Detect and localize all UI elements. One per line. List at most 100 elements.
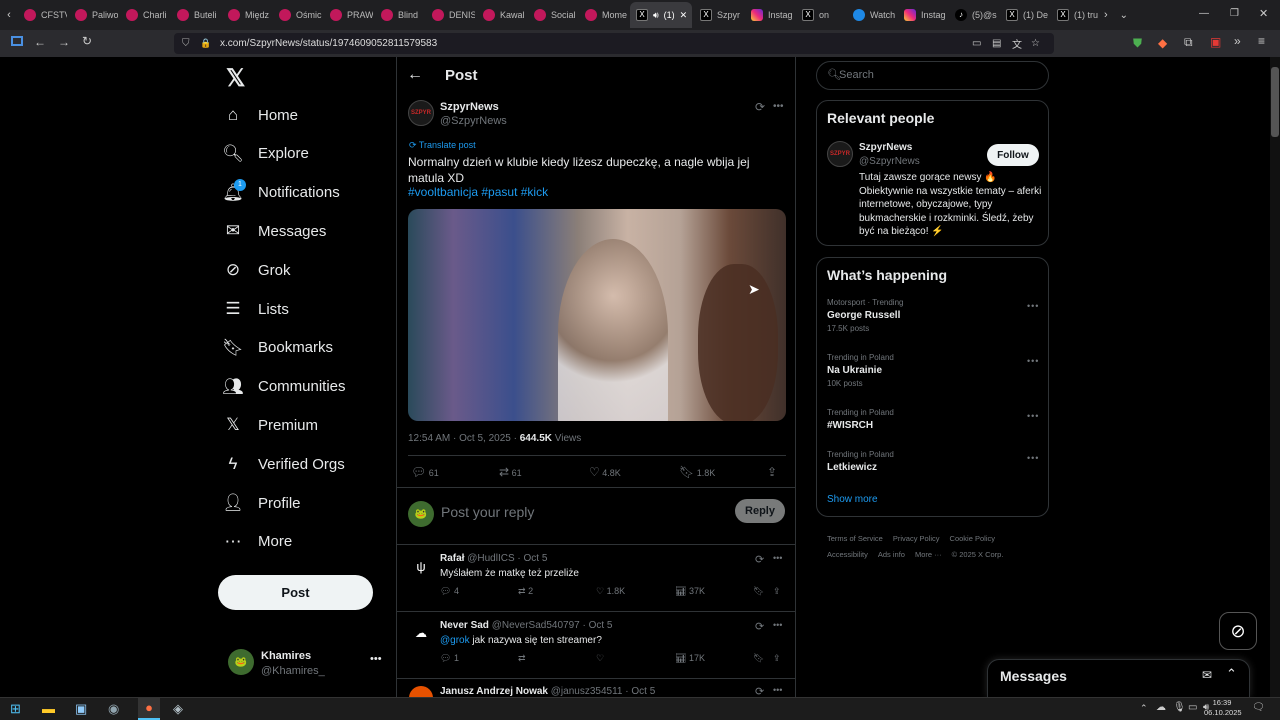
vpn-shield-icon[interactable]: ⛊ [1133,36,1142,51]
bookmark-star-icon[interactable]: ☆ [1031,38,1040,49]
like-action[interactable]: ♡ [596,653,604,664]
nav-item-profile[interactable]: 👤︎ Profile [222,485,300,521]
repost-action[interactable]: ⇄ [518,653,526,664]
trend-item[interactable]: Trending in Poland Letkiewicz ••• [827,450,1040,473]
trend-more-icon[interactable]: ••• [1027,356,1039,366]
author-name[interactable]: SzpyrNews [440,101,499,113]
pc-icon[interactable]: ▣ [75,701,87,717]
browser-tab[interactable]: Social [528,2,577,28]
overflow-chevron-icon[interactable]: » [1234,34,1241,48]
show-more-link[interactable]: Show more [827,494,878,505]
post-button[interactable]: Post [218,575,373,610]
scrollbar-thumb[interactable] [1271,67,1279,137]
page-scrollbar[interactable] [1270,57,1280,697]
reply-action[interactable]: 💬︎ 61 [411,465,439,479]
trend-item[interactable]: Motorsport · Trending George Russell 17.5K… [827,298,1040,333]
back-arrow-icon[interactable]: ← [407,66,423,84]
reply-input[interactable]: Post your reply [441,504,534,520]
post-more-icon[interactable]: ••• [773,101,784,112]
forward-icon[interactable]: → [58,35,70,49]
nav-item-bookmarks[interactable]: 🔖︎ Bookmarks [222,330,333,366]
nav-item-home[interactable]: ⌂ Home [222,97,298,133]
sidebar-toggle-icon[interactable] [11,36,23,46]
reply-grok-icon[interactable]: ⟳ [755,553,764,566]
reload-icon[interactable]: ↻ [82,34,92,48]
address-bar[interactable]: ⛉ 🔒 x.com/SzpyrNews/status/1974609052811… [174,33,1054,54]
app-icon[interactable]: ◈ [173,701,183,717]
firefox-icon[interactable]: ● [138,698,160,720]
footer-link[interactable]: Cookie Policy [950,534,995,543]
follow-button[interactable]: Follow [987,144,1039,166]
nav-item-messages[interactable]: ✉ Messages [222,213,327,249]
trend-more-icon[interactable]: ••• [1027,301,1039,311]
like-action[interactable]: ♡ 4.8K [589,465,621,479]
repost-action[interactable]: ⇄ 61 [499,465,522,479]
close-window-icon[interactable]: ✕ [1259,7,1268,20]
extension-badge-icon[interactable]: ▣ [1210,35,1221,49]
grok-float-button[interactable]: ⊘ [1219,612,1257,650]
new-message-icon[interactable]: ✉ [1202,668,1212,682]
reader-icon[interactable]: ▤ [992,38,1001,49]
footer-link[interactable]: Privacy Policy [893,534,940,543]
reply-author[interactable]: Janusz Andrzej Nowak [440,686,548,697]
post-video[interactable]: ➤ [408,209,786,421]
browser-tab[interactable]: Watch [847,2,896,28]
trend-item[interactable]: Trending in Poland #WISRCH ••• [827,408,1040,431]
nav-item-lists[interactable]: ☰ Lists [222,291,288,327]
steam-icon[interactable]: ◉ [108,701,119,717]
tab-close-icon[interactable]: ✕ [680,10,688,21]
file-explorer-icon[interactable]: ▬ [42,701,55,716]
trend-more-icon[interactable]: ••• [1027,411,1039,421]
person-handle[interactable]: @SzpyrNews [859,156,920,167]
reply-item[interactable]: ☁ Never Sad @NeverSad540797 · Oct 5 @gro… [397,612,795,678]
trend-more-icon[interactable]: ••• [1027,453,1039,463]
browser-tab[interactable]: Międz [222,2,271,28]
nav-item-more[interactable]: ⋯ More [222,524,293,560]
bookmark-action[interactable]: 🔖︎ 1.8K [679,465,715,479]
account-more-icon[interactable]: ••• [370,653,382,665]
nav-item-premium[interactable]: 𝕏 Premium [222,407,318,443]
reply-grok-icon[interactable]: ⟳ [755,620,764,633]
translate-icon[interactable]: 文 [1012,36,1022,51]
footer-link[interactable]: © 2025 X Corp. [952,550,1004,559]
bookmark-icon[interactable]: 🔖︎ [753,653,764,664]
speaker-icon[interactable]: 🔊︎ [653,10,659,21]
share-icon[interactable]: ⇪ [767,465,777,479]
reply-action[interactable]: 💬︎ 4 [440,586,459,597]
trend-item[interactable]: Trending in Poland Na Ukrainie 10K posts ••… [827,353,1040,388]
browser-tab[interactable]: X (1) tru [1051,2,1100,28]
browser-tab[interactable]: PRAW [324,2,373,28]
reply-author[interactable]: Never Sad [440,620,489,631]
lock-icon[interactable]: 🔒 [200,38,211,49]
footer-link[interactable]: Ads info [878,550,905,559]
browser-tab[interactable]: Xon [796,2,845,28]
post-hashtags[interactable]: #vooltbanicja #pasut #kick [408,185,548,199]
network-icon[interactable]: ▭ [1188,702,1197,713]
tab-list-chevron-icon[interactable]: ⌄ [1120,10,1128,21]
reply-grok-icon[interactable]: ⟳ [755,685,764,697]
browser-tab[interactable]: X (1) De [1000,2,1049,28]
browser-tab[interactable]: Ośmic [273,2,322,28]
footer-link[interactable]: Terms of Service [827,534,883,543]
expand-chevron-icon[interactable]: ⌃ [1226,666,1237,682]
reply-handle[interactable]: @HudlICS · Oct 5 [467,553,547,564]
person-name[interactable]: SzpyrNews [859,142,912,153]
author-handle[interactable]: @SzpyrNews [440,115,507,127]
reply-author[interactable]: Rafał [440,553,464,564]
browser-tab[interactable]: ♪ (5)@s [949,2,998,28]
reply-more-icon[interactable]: ••• [773,620,782,630]
tab-scroll-right-icon[interactable]: › [1104,9,1108,21]
share-icon[interactable]: ⇪ [773,653,781,664]
footer-link[interactable]: Accessibility [827,550,868,559]
browser-tab[interactable]: CFSTV [18,2,67,28]
nav-item-communities[interactable]: 👥︎ Communities [222,369,345,405]
reply-item[interactable]: Janusz Andrzej Nowak @janusz354511 · Oct… [397,679,795,697]
reply-item[interactable]: ψ Rafał @HudlICS · Oct 5 Myślałem że mat… [397,545,795,611]
repost-action[interactable]: ⇄ 2 [518,586,533,597]
grok-post-icon[interactable]: ⟳ [755,100,765,114]
reply-handle[interactable]: @NeverSad540797 · Oct 5 [492,620,613,631]
notification-center-icon[interactable]: 🗨︎ [1252,702,1265,713]
messages-drawer[interactable]: Messages ✉ ⌃ [987,659,1250,697]
clock[interactable]: 16:39 06.10.2025 [1204,698,1242,718]
search-input[interactable]: Search [839,69,874,81]
